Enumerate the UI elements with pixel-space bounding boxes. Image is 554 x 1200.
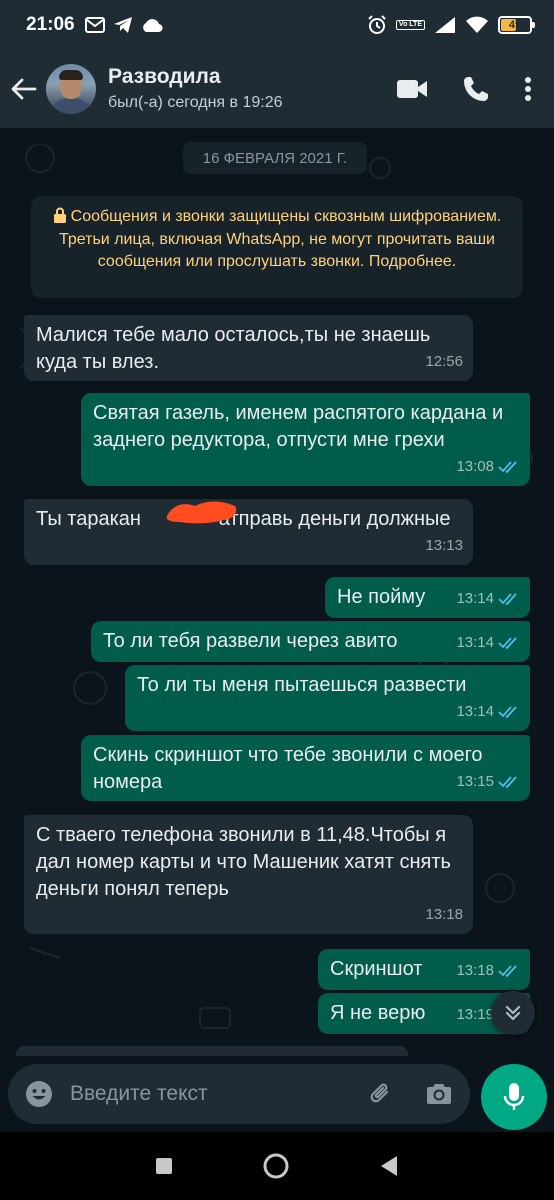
paperclip-icon [370,1083,389,1103]
scroll-to-bottom-button[interactable] [491,991,535,1035]
message-text: Ты таракан ______ атправь деньги должные [36,508,451,530]
microphone-icon [503,1083,525,1110]
double-chevron-down-icon [505,1005,521,1021]
message-time: 13:18 [425,906,463,923]
read-receipt-icon [498,775,517,788]
date-separator: 16 ФЕВРАЛЯ 2021 Г. [183,142,367,174]
message-text: Святая газель, именем распятого кардана … [93,402,504,451]
read-receipt-icon [498,636,517,649]
voice-message-button[interactable] [481,1064,547,1130]
back-icon[interactable] [379,1155,399,1177]
back-arrow-icon [11,78,37,100]
camera-button[interactable] [424,1082,454,1106]
recents-icon[interactable] [155,1157,173,1175]
telegram-icon [113,17,132,33]
emoji-icon [26,1081,52,1107]
chat-area[interactable]: 16 ФЕВРАЛЯ 2021 Г. Сообщения и звонки за… [0,128,554,1056]
home-icon[interactable] [263,1153,289,1179]
message-text: То ли ты меня пытаешься развести [137,674,467,696]
last-seen: был(-а) сегодня в 19:26 [108,94,283,111]
message-time: 13:19 [456,1006,494,1023]
emoji-button[interactable] [24,1079,54,1109]
message-bubble-outgoing[interactable]: Святая газель, именем распятого кардана … [81,393,530,486]
message-time: 13:14 [456,590,494,607]
notification-icons [84,16,163,34]
message-bubble-outgoing[interactable]: Скинь скриншот что тебе звонили с моего … [81,735,530,801]
message-time: 13:14 [456,634,494,651]
attach-button[interactable] [366,1080,396,1108]
message-time: 13:18 [456,962,494,979]
message-time: 12:56 [425,353,463,370]
message-input[interactable]: Введите текст [70,1082,366,1106]
contact-info[interactable]: Разводила был(-а) сегодня в 19:26 [108,64,396,114]
status-bar: 21:06 Vo LTE 49 [0,0,554,50]
wifi-icon [466,16,488,33]
message-time: 13:15 [456,773,494,790]
read-receipt-icon [498,964,517,977]
more-options-icon[interactable] [524,76,532,102]
message-input-container[interactable]: Введите текст [8,1064,470,1124]
message-time: 13:08 [456,458,494,475]
system-icons: Vo LTE 49 [367,15,535,35]
message-bubble-outgoing[interactable]: То ли ты меня пытаешься развести 13:14 [125,665,530,731]
back-button[interactable] [2,77,46,101]
message-bubble-incoming[interactable]: Ты таракан ______ атправь деньги должные… [24,499,473,565]
message-composer: Введите текст [0,1056,554,1132]
system-nav-bar [0,1132,554,1200]
partial-message-bubble [16,1046,408,1056]
battery-icon: 49 [498,16,535,34]
email-icon [84,17,105,33]
message-time: 13:14 [456,703,494,720]
encryption-notice-text: Сообщения и звонки защищены сквозным шиф… [59,208,502,270]
message-bubble-outgoing[interactable]: То ли тебя развели через авито 13:14 [91,621,530,662]
redaction-scribble [166,501,237,524]
contact-name: Разводила [108,65,221,88]
message-text: С тваего телефона звонили в 11,48.Чтобы … [36,824,451,900]
lock-icon [53,207,66,223]
message-bubble-outgoing[interactable]: Не пойму 13:14 [325,577,530,618]
read-receipt-icon [498,592,517,605]
message-bubble-incoming[interactable]: Малися тебе мало осталось,ты не знаешь к… [24,315,473,381]
encryption-notice[interactable]: Сообщения и звонки защищены сквозным шиф… [31,196,523,298]
status-time: 21:06 [26,14,75,35]
contact-avatar[interactable] [46,64,96,114]
read-receipt-icon [498,460,517,473]
volte-icon: Vo LTE [395,20,425,30]
battery-level: 49 [508,19,522,31]
alarm-icon [368,15,386,34]
message-text: Малися тебе мало осталось,ты не знаешь к… [36,324,431,373]
message-bubble-incoming[interactable]: С тваего телефона звонили в 11,48.Чтобы … [24,815,473,934]
read-receipt-icon [498,705,517,718]
signal-icon [435,17,455,33]
message-text: Скинь скриншот что тебе звонили с моего … [93,744,483,793]
voice-call-icon[interactable] [462,75,490,103]
message-time: 13:13 [425,537,463,554]
cloud-icon [142,19,163,33]
camera-icon [427,1084,451,1104]
chat-header: Разводила был(-а) сегодня в 19:26 [0,50,554,128]
message-bubble-outgoing[interactable]: Скриншот 13:18 [318,949,530,990]
video-call-icon[interactable] [396,78,428,100]
